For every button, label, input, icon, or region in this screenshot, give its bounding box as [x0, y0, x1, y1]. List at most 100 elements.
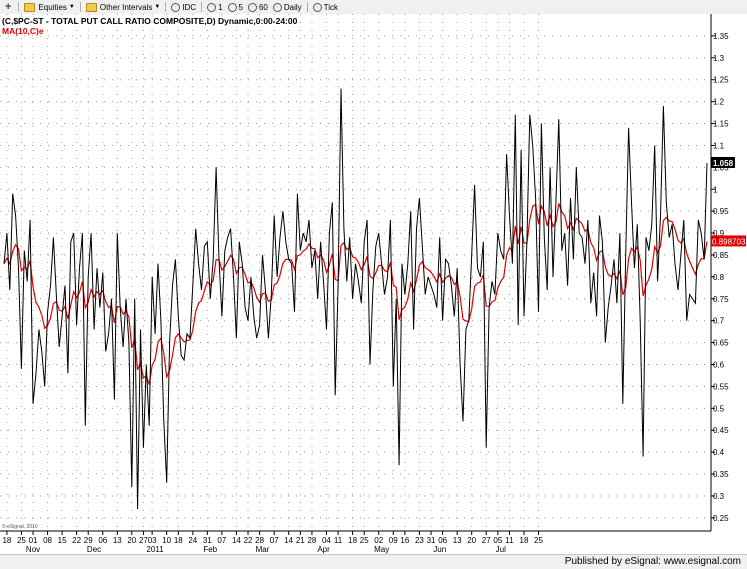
- x-tick-label: 04: [322, 536, 331, 545]
- x-tick-label: 03: [148, 536, 157, 545]
- x-tick-label: 07: [270, 536, 279, 545]
- x-tick-label: 01: [29, 536, 38, 545]
- ma-value-label: 0.898703: [712, 237, 746, 246]
- x-tick-label: 06: [438, 536, 447, 545]
- x-tick-label: 18: [2, 536, 11, 545]
- clock-icon: ·: [207, 2, 217, 12]
- y-tick-label: 0.25: [713, 514, 729, 523]
- toolbar-separator: [79, 2, 81, 12]
- footer: Published by eSignal: www.esignal.com: [0, 554, 747, 569]
- y-tick-label: 0.4: [713, 448, 725, 457]
- x-tick-label: 06: [98, 536, 107, 545]
- chart-title: (C,$PC-ST - TOTAL PUT CALL RATIO COMPOSI…: [2, 16, 298, 26]
- x-month-label: Mar: [256, 545, 270, 554]
- y-tick-label: 0.65: [713, 339, 729, 348]
- toolbar-separator: [165, 2, 167, 12]
- x-tick-label: 11: [334, 536, 343, 545]
- equities-label: Equities: [38, 2, 67, 12]
- y-tick-label: 0.8: [713, 273, 725, 282]
- x-tick-label: 20: [127, 536, 136, 545]
- y-tick-label: 1.15: [713, 120, 729, 129]
- y-tick-label: 0.7: [713, 317, 725, 326]
- interval-tick-label: Tick: [323, 2, 339, 12]
- interval-idc-label: IDC: [182, 2, 197, 12]
- toolbar: + Equities ▼ Other Intervals ▼ · IDC · 1…: [0, 0, 747, 15]
- x-tick-label: 20: [467, 536, 476, 545]
- x-tick-label: 18: [174, 536, 183, 545]
- other-intervals-dropdown[interactable]: Other Intervals ▼: [85, 2, 161, 12]
- x-month-label: Dec: [87, 545, 101, 554]
- other-intervals-label: Other Intervals: [99, 2, 153, 12]
- clock-icon: ·: [272, 2, 282, 12]
- y-tick-label: 0.35: [713, 470, 729, 479]
- x-tick-label: 29: [84, 536, 93, 545]
- y-tick-label: 0.55: [713, 382, 729, 391]
- x-tick-label: 05: [493, 536, 502, 545]
- x-tick-label: 25: [534, 536, 543, 545]
- x-month-label: Feb: [203, 545, 217, 554]
- x-tick-label: 14: [232, 536, 241, 545]
- x-tick-label: 31: [203, 536, 212, 545]
- x-month-label: Apr: [317, 545, 330, 554]
- x-tick-label: 23: [415, 536, 424, 545]
- x-month-label: Jun: [433, 545, 446, 554]
- chevron-down-icon: ▼: [154, 4, 161, 10]
- y-tick-label: 0.85: [713, 251, 729, 260]
- clock-icon: ·: [171, 2, 181, 12]
- x-month-label: 2011: [146, 545, 164, 554]
- chart-subtitle: MA(10,C)e: [2, 26, 44, 36]
- y-tick-label: 0.45: [713, 426, 729, 435]
- y-tick-label: 0.6: [713, 361, 725, 370]
- x-tick-label: 27: [482, 536, 491, 545]
- y-tick-label: 1.25: [713, 76, 729, 85]
- x-tick-label: 07: [217, 536, 226, 545]
- x-tick-label: 09: [389, 536, 398, 545]
- interval-tick-button[interactable]: · Tick: [312, 2, 339, 12]
- clock-icon: ·: [227, 2, 237, 12]
- clock-icon: ·: [247, 2, 257, 12]
- x-tick-label: 25: [360, 536, 369, 545]
- x-month-label: Nov: [26, 545, 40, 554]
- put-call-ratio-chart[interactable]: 0.25 0.3 0.35 0.4 0.45 0.5 0.55 0.6 0.65 0.7 0.75 0…: [0, 14, 747, 554]
- interval-idc-button[interactable]: · IDC: [171, 2, 197, 12]
- x-tick-label: 18: [348, 536, 357, 545]
- x-tick-label: 11: [505, 536, 514, 545]
- x-tick-label: 28: [255, 536, 264, 545]
- interval-1-button[interactable]: · 1: [207, 2, 223, 12]
- toolbar-separator: [306, 2, 308, 12]
- y-tick-label: 1.1: [713, 141, 725, 150]
- x-tick-label: 14: [284, 536, 293, 545]
- interval-5-button[interactable]: · 5: [227, 2, 243, 12]
- add-icon[interactable]: +: [5, 1, 13, 12]
- x-tick-label: 13: [453, 536, 462, 545]
- y-tick-label: 0.75: [713, 295, 729, 304]
- x-tick-label: 16: [400, 536, 409, 545]
- clock-icon: ·: [312, 2, 322, 12]
- x-tick-label: 24: [188, 536, 197, 545]
- footer-text: Published by eSignal: www.esignal.com: [564, 556, 741, 567]
- folder-icon: [85, 2, 97, 12]
- interval-60-button[interactable]: · 60: [247, 2, 268, 12]
- y-tick-label: 0.5: [713, 404, 725, 413]
- y-tick-label: 0.95: [713, 207, 729, 216]
- x-tick-label: 08: [43, 536, 52, 545]
- x-tick-label: 31: [427, 536, 436, 545]
- interval-60-label: 60: [258, 2, 268, 12]
- chevron-down-icon: ▼: [68, 4, 75, 10]
- interval-daily-button[interactable]: · Daily: [272, 2, 302, 12]
- y-tick-label: 0.3: [713, 492, 725, 501]
- x-tick-label: 28: [307, 536, 316, 545]
- y-tick-label: 1: [713, 185, 718, 194]
- last-value-label: 1.058: [713, 159, 734, 168]
- x-tick-label: 22: [244, 536, 253, 545]
- y-tick-label: 1.35: [713, 32, 729, 41]
- equities-dropdown[interactable]: Equities ▼: [24, 2, 75, 12]
- x-tick-label: 22: [72, 536, 81, 545]
- toolbar-separator: [201, 2, 203, 12]
- x-tick-label: 02: [374, 536, 383, 545]
- toolbar-separator: [18, 2, 20, 12]
- watermark: © eSignal, 2010: [2, 523, 38, 530]
- interval-5-label: 5: [238, 2, 243, 12]
- folder-icon: [24, 2, 36, 12]
- x-tick-label: 15: [58, 536, 67, 545]
